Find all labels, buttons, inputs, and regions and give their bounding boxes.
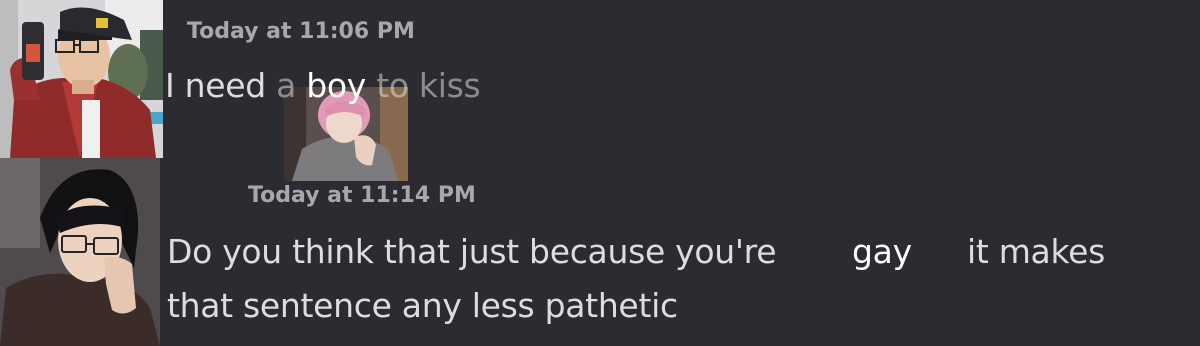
message-text-highlight: gay: [852, 232, 912, 271]
message-text: that sentence any less pathetic: [167, 286, 678, 325]
user-avatar-2[interactable]: [0, 158, 160, 346]
message-text-segment: boy: [306, 66, 366, 105]
message-text: it makes: [967, 232, 1105, 271]
message-text: I need a boy to kiss: [165, 66, 481, 105]
user-avatar-1[interactable]: [0, 0, 163, 158]
message-timestamp: Today at 11:14 PM: [248, 183, 476, 208]
message-text: Do you think that just because you're: [167, 232, 777, 271]
message-timestamp: Today at 11:06 PM: [187, 19, 415, 44]
avatar-photo-icon: [0, 158, 160, 346]
message-text-segment: I need: [165, 66, 277, 105]
avatar-photo-icon: [0, 0, 163, 158]
chat-panel: Today at 11:06 PM I need a boy to kiss T…: [0, 0, 1200, 346]
message-text-segment: to kiss: [366, 66, 481, 105]
message-text-segment: a: [276, 66, 307, 105]
